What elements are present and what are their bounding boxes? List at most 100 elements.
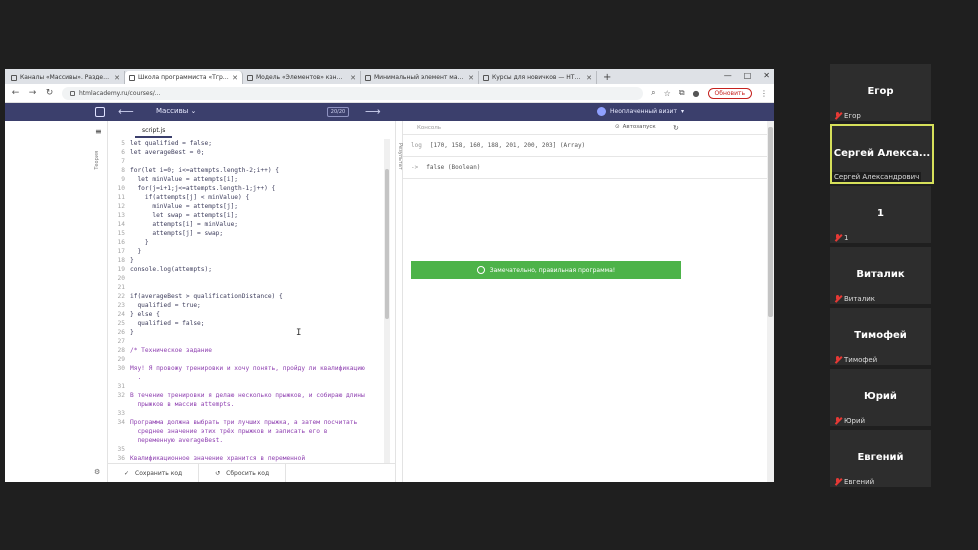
refresh-icon[interactable]: ↻ <box>673 124 679 132</box>
close-icon[interactable]: ✕ <box>114 74 120 82</box>
code-line[interactable]: среднее значение этих трёх прыжков и зап… <box>108 427 383 436</box>
line-number: 16 <box>117 239 125 246</box>
code-line[interactable]: 6 let averageBest = 0; <box>108 148 383 157</box>
editor-scrollbar[interactable] <box>384 139 390 463</box>
code-line[interactable]: 9 let minValue = attempts[i]; <box>108 175 383 184</box>
code-line[interactable]: 12 minValue = attempts[j]; <box>108 202 383 211</box>
section-selector[interactable]: Массивы ⌄ <box>156 107 196 115</box>
browser-tab[interactable]: Каналы «Массивы». Раздел 2 ... ✕ <box>7 71 125 84</box>
save-code-button[interactable]: ✓ Сохранить код <box>108 463 200 482</box>
code-line[interactable]: 17 } <box>108 247 383 256</box>
profile-icon[interactable]: ● <box>693 89 700 98</box>
code-line[interactable]: 14 attempts[i] = minValue; <box>108 220 383 229</box>
participant-tile[interactable]: Евгений Евгений <box>830 430 931 487</box>
scroll-thumb[interactable] <box>385 169 389 319</box>
code-line[interactable]: 27 <box>108 337 383 346</box>
code-line[interactable]: 18} <box>108 256 383 265</box>
close-icon[interactable]: ✕ <box>350 74 356 82</box>
code-line[interactable]: 34 Программа должна выбрать три лучших пр… <box>108 418 383 427</box>
result-toggle[interactable]: Результат <box>395 121 403 482</box>
back-arrow-icon[interactable]: ← <box>11 88 20 98</box>
code-line[interactable]: 24} else { <box>108 310 383 319</box>
reload-icon[interactable]: ↻ <box>45 88 54 98</box>
autorun-toggle[interactable]: ⊙ Автозапуск <box>615 124 656 130</box>
participant-tile[interactable]: 1 1 <box>830 186 931 243</box>
new-tab-button[interactable]: + <box>603 71 611 84</box>
page-scrollbar[interactable] <box>767 121 774 482</box>
bookmark-star-icon[interactable]: ☆ <box>664 89 671 98</box>
translate-icon[interactable]: ⌕ <box>651 88 655 98</box>
participant-tile[interactable]: Виталик Виталик <box>830 247 931 304</box>
next-arrow-icon[interactable]: ⟶ <box>365 105 381 118</box>
code-line[interactable]: 16 } <box>108 238 383 247</box>
tab-label: Минимальный элемент массива... <box>374 74 465 81</box>
code-line[interactable]: 5 let qualified = false; <box>108 139 383 148</box>
code-line[interactable]: 29 <box>108 355 383 364</box>
logo-icon[interactable] <box>95 107 105 117</box>
code-area[interactable]: 5 let qualified = false; 6 let averageBest … <box>108 139 383 463</box>
line-number: 28 <box>117 347 125 354</box>
prev-arrow-icon[interactable]: ⟵ <box>118 105 134 118</box>
success-banner: Замечательно, правильная программа! <box>411 261 681 279</box>
code-line[interactable]: 10 for(j=i+1;j<=attempts.length-1;j++) { <box>108 184 383 193</box>
participant-tile[interactable]: Тимофей Тимофей <box>830 308 931 365</box>
code-line[interactable]: 22 if(averageBest > qualificationDistance… <box>108 292 383 301</box>
line-number: 35 <box>117 446 125 453</box>
participant-tile[interactable]: Юрий Юрий <box>830 369 931 426</box>
muted-mic-icon <box>834 295 841 303</box>
code-line[interactable]: 25 qualified = false; <box>108 319 383 328</box>
user-menu[interactable]: Неоплаченный визит ▾ <box>597 107 684 116</box>
browser-tab[interactable]: Модель «Элементов» кзн... ✕ <box>243 71 361 84</box>
file-tab[interactable]: script.js <box>135 125 173 138</box>
browser-tab[interactable]: Курсы для новичков — HTML, ... ✕ <box>479 71 597 84</box>
favicon-icon <box>247 74 253 81</box>
close-icon[interactable]: ✕ <box>468 74 474 82</box>
browser-tab-active[interactable]: Школа программиста «Тгр»дан...✕ <box>125 71 243 84</box>
menu-icon[interactable]: ≡ <box>95 127 102 136</box>
code-line[interactable]: . <box>108 373 383 382</box>
forward-arrow-icon[interactable]: → <box>28 88 37 98</box>
minimize-button[interactable]: — <box>724 69 732 83</box>
theory-tab[interactable]: Теория <box>94 151 100 170</box>
browser-tab[interactable]: Минимальный элемент массива...✕ <box>361 71 479 84</box>
code-line[interactable]: 26} <box>108 328 383 337</box>
code-line[interactable]: 28 /* Техническое задание <box>108 346 383 355</box>
reset-code-button[interactable]: ↺ Сбросить код <box>199 463 287 482</box>
participant-tile-active[interactable]: Сергей Алекса... Сергей Александрович <box>830 124 934 184</box>
code-line[interactable]: 20 <box>108 274 383 283</box>
code-line[interactable]: 32 В течение тренировки я делаю несколько… <box>108 391 383 400</box>
maximize-button[interactable]: □ <box>744 69 752 83</box>
code-line[interactable]: 33 <box>108 409 383 418</box>
code-text: } else { <box>130 311 160 318</box>
code-line[interactable]: 8 for(let i=0; i<=attempts.length-2;i++) … <box>108 166 383 175</box>
code-line[interactable]: прыжков в массив attempts. <box>108 400 383 409</box>
settings-icon[interactable]: ⚙ <box>94 468 100 476</box>
code-line[interactable]: 23 qualified = true; <box>108 301 383 310</box>
extensions-icon[interactable]: ⧉ <box>679 88 685 98</box>
code-line[interactable]: 30 Мяу! Я провожу тренировки и хочу понят… <box>108 364 383 373</box>
code-line[interactable]: 21 <box>108 283 383 292</box>
code-line[interactable]: 15 attempts[j] = swap; <box>108 229 383 238</box>
line-number: 13 <box>117 212 125 219</box>
participant-label: Виталик <box>834 295 875 303</box>
participant-tile[interactable]: Егор Егор <box>830 64 931 121</box>
participant-label-text: Евгений <box>844 478 875 486</box>
code-line[interactable]: 36 Квалификационное значение хранится в п… <box>108 454 383 463</box>
more-menu-icon[interactable]: ⋮ <box>760 89 768 98</box>
code-line[interactable]: 35 <box>108 445 383 454</box>
code-line[interactable]: переменную averageBest. <box>108 436 383 445</box>
code-line[interactable]: 7 <box>108 157 383 166</box>
code-line[interactable]: 13 let swap = attempts[i]; <box>108 211 383 220</box>
url-field[interactable]: htmlacademy.ru/courses/... <box>62 86 644 100</box>
scroll-thumb[interactable] <box>768 127 773 317</box>
code-line[interactable]: 19 console.log(attempts); <box>108 265 383 274</box>
update-button[interactable]: Обновить <box>707 87 752 99</box>
close-window-button[interactable]: ✕ <box>763 69 770 83</box>
line-number: 19 <box>117 266 125 273</box>
line-number: 29 <box>117 356 125 363</box>
participant-name: Юрий <box>864 391 897 402</box>
close-icon[interactable]: ✕ <box>586 74 592 82</box>
code-line[interactable]: 31 <box>108 382 383 391</box>
close-icon[interactable]: ✕ <box>232 74 238 82</box>
code-line[interactable]: 11 if(attempts[j] < minValue) { <box>108 193 383 202</box>
